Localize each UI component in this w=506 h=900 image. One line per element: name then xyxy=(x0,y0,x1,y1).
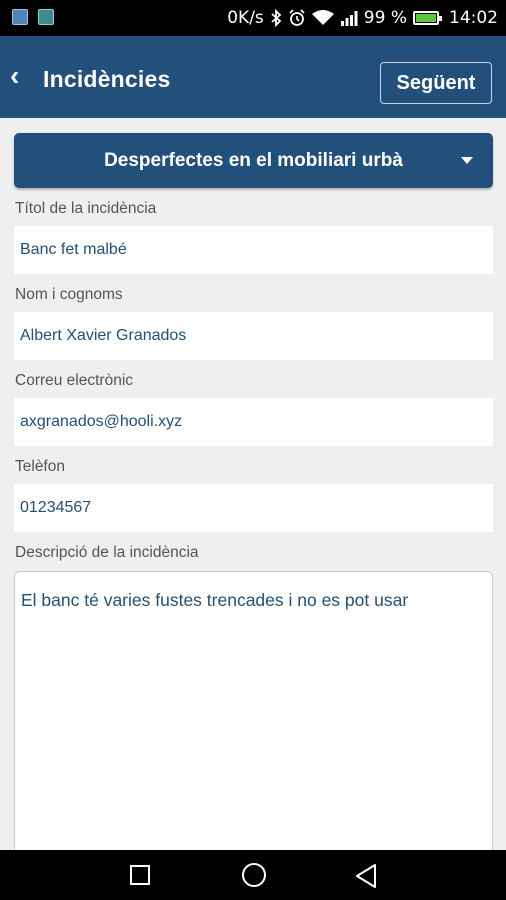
app-bar: ‹ Incidències Següent xyxy=(0,36,506,118)
wifi-icon xyxy=(311,10,334,26)
email-label: Correu electrònic xyxy=(15,372,134,389)
description-label: Descripció de la incidència xyxy=(15,544,199,561)
app-notification-icon xyxy=(12,9,28,25)
chevron-left-icon[interactable]: ‹ xyxy=(10,62,19,90)
battery-percent: 99 % xyxy=(363,8,407,28)
bluetooth-icon xyxy=(270,9,282,27)
phone-input[interactable]: 01234567 xyxy=(14,484,493,532)
description-textarea[interactable]: El banc té varies fustes trencades i no … xyxy=(14,571,493,850)
back-triangle-icon[interactable] xyxy=(354,863,378,894)
clock: 14:02 xyxy=(449,8,498,28)
category-select[interactable]: Desperfectes en el mobiliari urbà xyxy=(14,133,493,188)
signal-icon xyxy=(340,10,358,26)
net-speed: 0K/s xyxy=(227,8,264,28)
name-input[interactable]: Albert Xavier Granados xyxy=(14,312,493,360)
alarm-icon xyxy=(288,9,306,27)
system-nav-bar xyxy=(0,850,506,900)
title-input[interactable]: Banc fet malbé xyxy=(14,226,493,274)
recents-square-icon[interactable] xyxy=(130,865,150,885)
phone-label: Telèfon xyxy=(15,458,65,475)
email-input[interactable]: axgranados@hooli.xyz xyxy=(14,398,493,446)
battery-charging-icon xyxy=(413,11,442,25)
page-title: Incidències xyxy=(43,66,171,92)
status-bar: 0K/s 99 % 14:02 xyxy=(0,0,506,36)
title-label: Títol de la incidència xyxy=(15,200,157,217)
home-circle-icon[interactable] xyxy=(242,863,266,887)
name-label: Nom i cognoms xyxy=(15,286,123,303)
next-button[interactable]: Següent xyxy=(380,62,492,104)
notification-icons xyxy=(12,9,54,25)
image-notification-icon xyxy=(38,9,54,25)
caret-down-icon xyxy=(461,157,473,164)
system-indicators: 0K/s 99 % 14:02 xyxy=(227,0,498,36)
category-select-value: Desperfectes en el mobiliari urbà xyxy=(104,149,403,171)
